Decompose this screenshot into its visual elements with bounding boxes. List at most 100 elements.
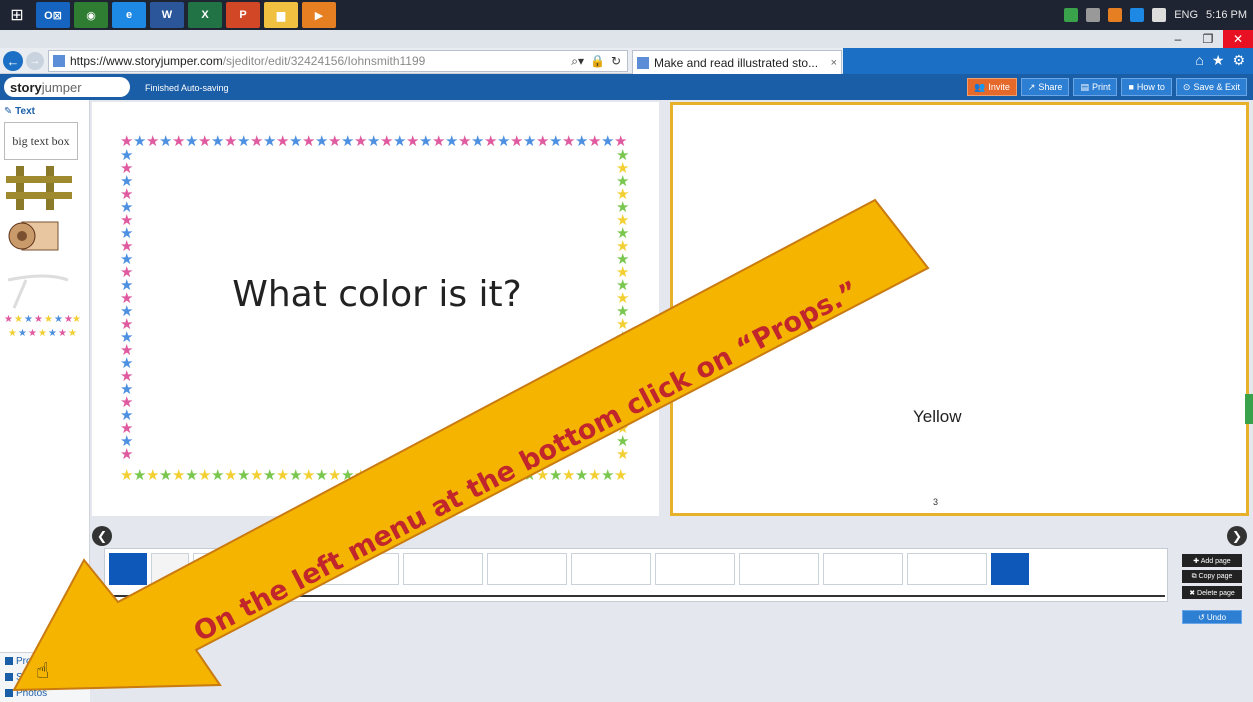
page-thumbnail[interactable]: [403, 553, 483, 585]
page-thumbnail[interactable]: [907, 553, 987, 585]
language-indicator[interactable]: ENG: [1174, 9, 1198, 21]
border-star: ★: [133, 132, 146, 150]
search-icon[interactable]: ⌕▾: [571, 54, 584, 69]
tab-title: Make and read illustrated sto...: [654, 55, 819, 70]
invite-button[interactable]: 👥 Invite: [967, 78, 1017, 96]
favorites-star-icon[interactable]: ★: [1212, 52, 1225, 69]
page-thumbnail[interactable]: [571, 553, 651, 585]
border-star: ★: [263, 466, 276, 482]
delete-page-button[interactable]: ✖ Delete page: [1182, 586, 1242, 599]
word-icon[interactable]: W: [150, 2, 184, 28]
page-thumbnail[interactable]: [991, 553, 1029, 585]
border-star: ★: [289, 132, 302, 150]
page-thumbnail[interactable]: [739, 553, 819, 585]
share-button[interactable]: ↗ Share: [1020, 78, 1070, 96]
page-thumbnail[interactable]: [487, 553, 567, 585]
app-tray-icon[interactable]: [1108, 8, 1123, 22]
border-star: ★: [445, 466, 458, 482]
photos-menu-item[interactable]: Photos: [0, 685, 90, 701]
border-star: ★: [588, 132, 601, 150]
windows-taskbar: ⊞ O⊠ ◉ e W X P ▆ ▶ ENG 5:16 PM: [0, 0, 1253, 30]
border-star: ★: [172, 132, 185, 150]
restore-icon[interactable]: ❐: [1193, 30, 1223, 48]
page-thumbnail[interactable]: [235, 553, 315, 585]
text-box-sample[interactable]: big text box: [4, 122, 78, 160]
save-exit-button[interactable]: ⊙ Save & Exit: [1175, 78, 1247, 96]
lock-icon[interactable]: 🔒: [590, 54, 605, 69]
windows-start-icon[interactable]: ⊞: [0, 0, 34, 30]
right-page-selected[interactable]: Yellow 3: [670, 102, 1249, 516]
clock[interactable]: 5:16 PM: [1206, 9, 1247, 21]
border-star: ★: [523, 132, 536, 150]
home-icon[interactable]: ⌂: [1195, 52, 1203, 69]
border-star: ★: [601, 466, 614, 482]
svg-text:★: ★: [4, 314, 13, 325]
storyjumper-header: story jumper Finished Auto-saving 👥 Invite…: [0, 74, 1253, 100]
page-thumbnail[interactable]: [109, 553, 147, 585]
scenes-icon: [5, 673, 13, 681]
print-button[interactable]: ▤ Print: [1073, 78, 1118, 96]
minimize-icon[interactable]: ‒: [1163, 30, 1193, 48]
undo-button[interactable]: ↺ Undo: [1182, 610, 1242, 624]
curved-line-prop[interactable]: [6, 268, 72, 312]
shield-icon[interactable]: [1064, 8, 1079, 22]
add-page-button[interactable]: ✚ Add page: [1182, 554, 1242, 567]
refresh-icon[interactable]: ↻: [611, 54, 621, 69]
page-thumbnail[interactable]: [823, 553, 903, 585]
border-star: ★: [458, 132, 471, 150]
star-border-prop[interactable]: ★ ★ ★ ★ ★ ★ ★ ★ ★ ★ ★ ★ ★ ★ ★: [4, 312, 82, 340]
howto-button[interactable]: ■ How to: [1121, 78, 1172, 96]
close-icon[interactable]: ✕: [1223, 30, 1253, 48]
volume-icon[interactable]: [1086, 8, 1101, 22]
border-star: ★: [458, 466, 471, 482]
border-star: ★: [471, 466, 484, 482]
excel-icon[interactable]: X: [188, 2, 222, 28]
help-side-tab[interactable]: [1245, 394, 1253, 424]
page-thumbnail[interactable]: [193, 553, 231, 585]
prev-page-icon[interactable]: ❮: [92, 526, 112, 546]
border-star: ★: [614, 466, 627, 482]
border-star: ★: [276, 132, 289, 150]
text-section-label[interactable]: ✎ Text: [4, 106, 35, 117]
ie-icon[interactable]: e: [112, 2, 146, 28]
border-star: ★: [523, 466, 536, 482]
address-bar[interactable]: https://www. storyjumper.com /sjeditor/e…: [48, 50, 628, 72]
storyjumper-logo[interactable]: story jumper: [4, 77, 130, 97]
left-page[interactable]: ★ ★ ★ ★ ★ ★ ★ ★ ★ ★ ★ ★ ★ ★ ★ ★ ★ ★ ★ ★ ★ ★ ★ ★ ★ ★ ★ ★ ★ ★ ★ ★ ★ ★ ★ ★ ★ ★ ★ ★…: [92, 102, 659, 516]
page-thumbnail[interactable]: [655, 553, 735, 585]
thumbnail-scrollbar[interactable]: [109, 595, 1165, 597]
invite-icon: 👥: [974, 81, 986, 92]
bamboo-fence-prop[interactable]: [6, 166, 72, 210]
network-icon[interactable]: [1152, 8, 1167, 22]
settings-gear-icon[interactable]: ⚙: [1232, 52, 1245, 69]
page-thumbnail[interactable]: [151, 553, 189, 585]
media-player-icon[interactable]: ▶: [302, 2, 336, 28]
border-star: ★: [172, 466, 185, 482]
browser-tab[interactable]: Make and read illustrated sto... ×: [632, 50, 842, 74]
back-arrow-icon[interactable]: ←: [3, 51, 23, 71]
powerpoint-icon[interactable]: P: [226, 2, 260, 28]
left-page-text[interactable]: What color is it?: [122, 274, 632, 315]
page-number: 3: [933, 497, 939, 507]
page-thumbnail[interactable]: [319, 553, 399, 585]
props-icon: [5, 657, 13, 665]
outlook-icon[interactable]: O⊠: [36, 2, 70, 28]
copy-page-button[interactable]: ⧉ Copy page: [1182, 570, 1242, 583]
border-star: ★: [380, 466, 393, 482]
border-star: ★: [536, 466, 549, 482]
border-star: ★: [510, 466, 523, 482]
svg-text:★: ★: [48, 328, 57, 339]
forward-arrow-icon[interactable]: →: [26, 52, 44, 70]
tab-close-icon[interactable]: ×: [831, 57, 837, 69]
border-star: ★: [341, 466, 354, 482]
border-star: ★: [289, 466, 302, 482]
bluetooth-icon[interactable]: [1130, 8, 1145, 22]
chrome-icon[interactable]: ◉: [74, 2, 108, 28]
share-button-label: Share: [1038, 82, 1063, 92]
next-page-icon[interactable]: ❯: [1227, 526, 1247, 546]
right-page-text[interactable]: Yellow: [673, 407, 1246, 427]
border-star: ★: [328, 466, 341, 482]
explorer-icon[interactable]: ▆: [264, 2, 298, 28]
border-star: ★: [185, 466, 198, 482]
scroll-prop[interactable]: [8, 216, 62, 256]
